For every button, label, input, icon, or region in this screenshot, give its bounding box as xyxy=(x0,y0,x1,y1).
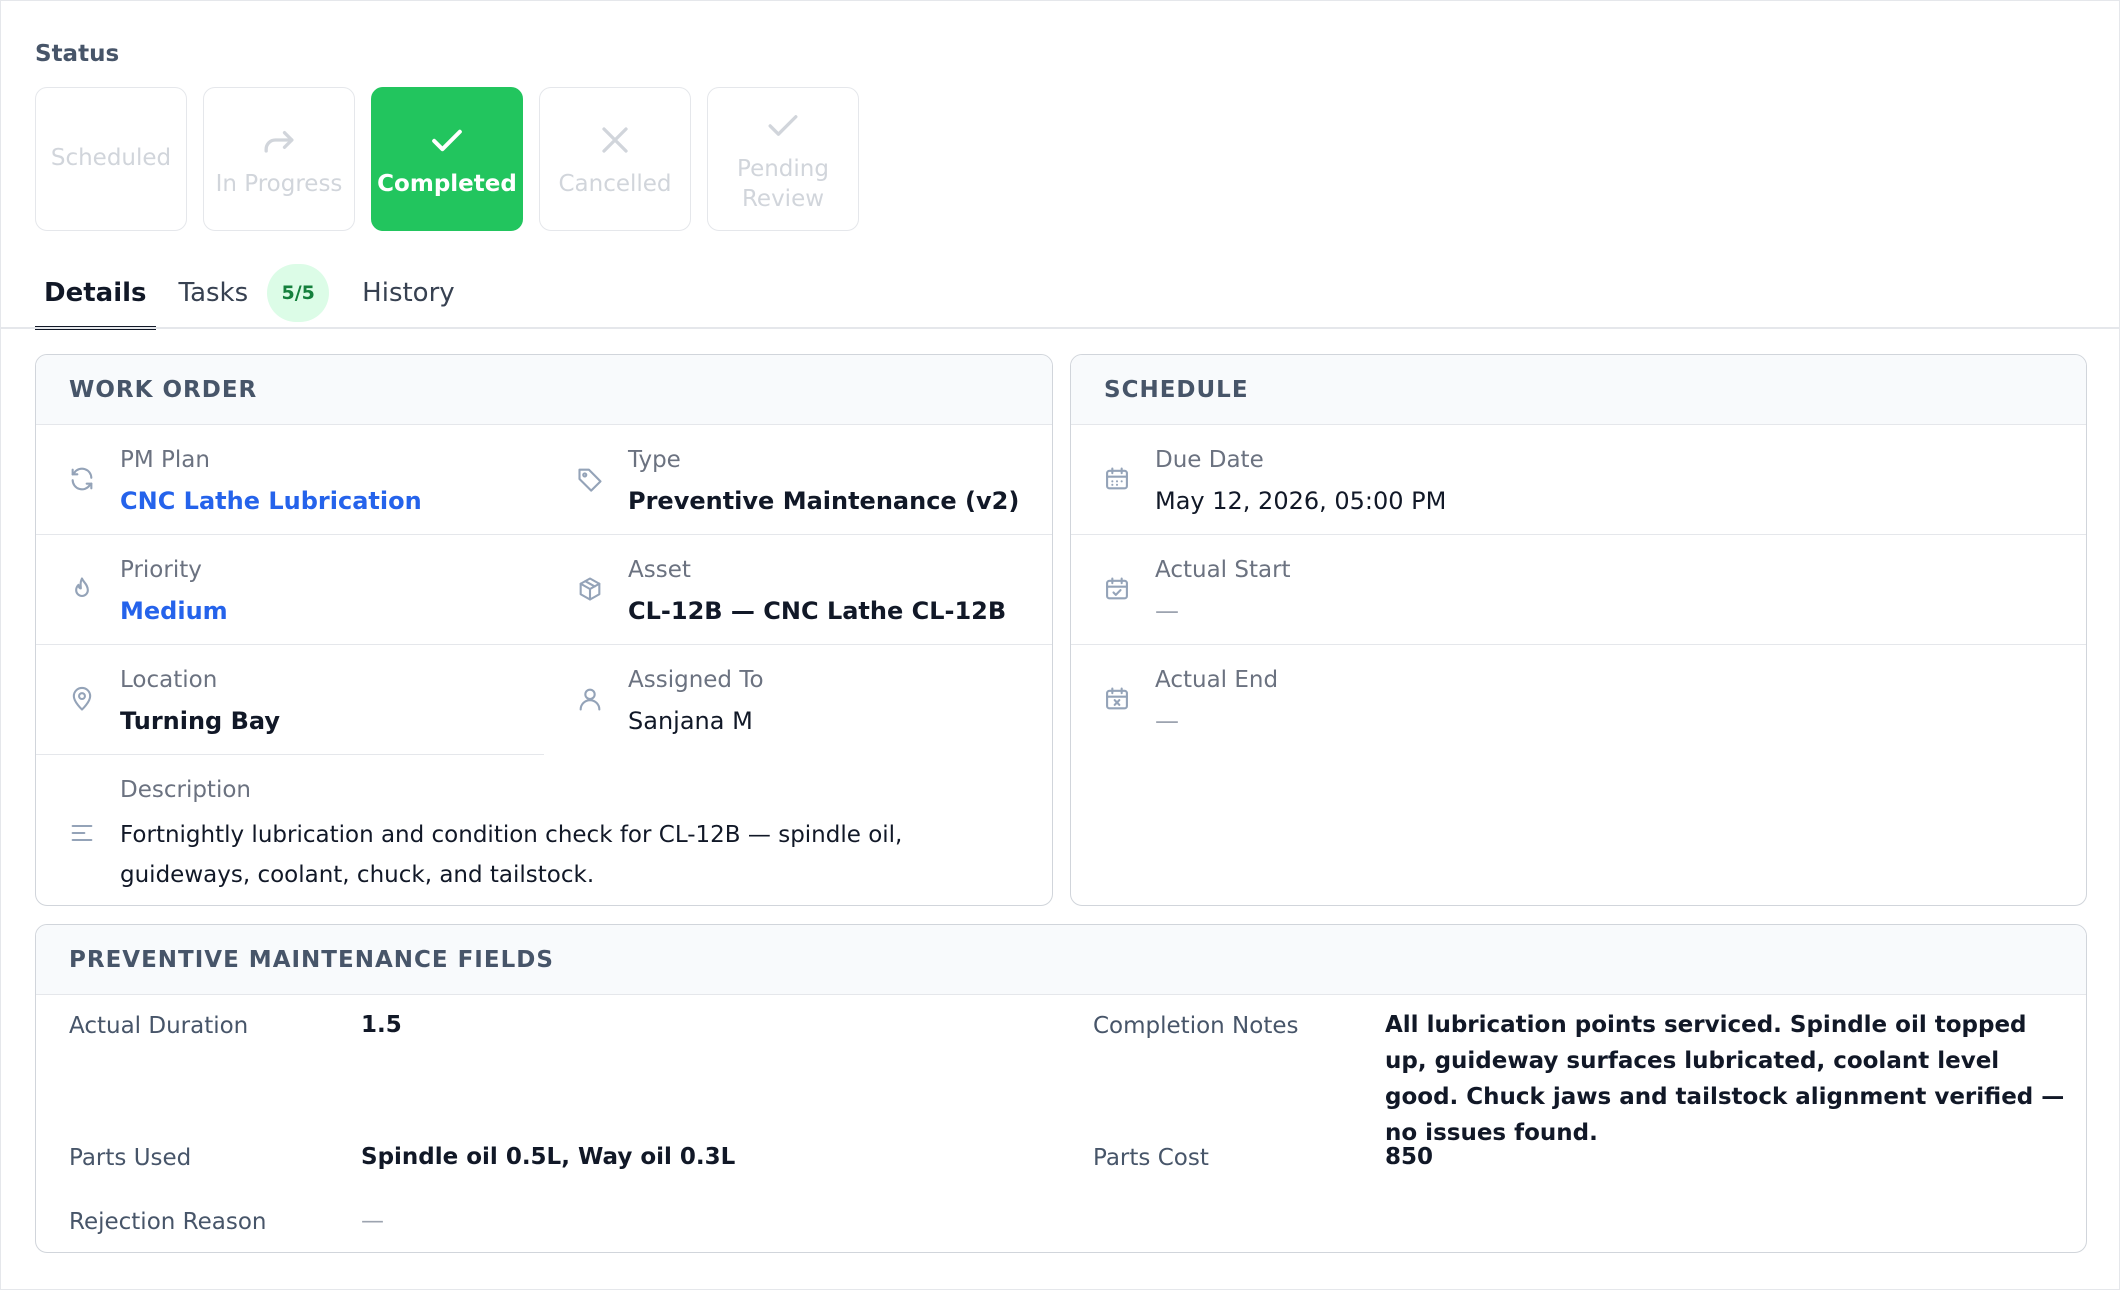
asset-value: CL-12B — CNC Lathe CL-12B xyxy=(628,597,1007,625)
tab-history[interactable]: History xyxy=(353,257,464,329)
asset-label: Asset xyxy=(628,557,691,583)
status-scheduled-button[interactable]: Scheduled xyxy=(35,87,187,231)
calendar-x-icon xyxy=(1103,685,1131,713)
location-label: Location xyxy=(120,667,218,693)
parts-cost-value: 850 xyxy=(1385,1144,1434,1170)
type-field: Type Preventive Maintenance (v2) xyxy=(544,425,1052,535)
type-label: Type xyxy=(628,447,681,473)
tab-bar: Details Tasks 5/5 History xyxy=(35,257,478,330)
status-label-scheduled: Scheduled xyxy=(50,145,172,172)
work-order-title: WORK ORDER xyxy=(36,355,1052,425)
tasks-count-badge: 5/5 xyxy=(267,264,330,322)
redo-arrow-icon xyxy=(257,118,301,162)
map-pin-icon xyxy=(68,685,96,713)
tag-icon xyxy=(576,465,604,493)
location-value: Turning Bay xyxy=(120,707,280,735)
check-icon xyxy=(761,103,805,147)
tab-details[interactable]: Details xyxy=(35,257,156,330)
status-in-progress-button[interactable]: In Progress xyxy=(203,87,355,231)
priority-field: Priority Medium xyxy=(36,535,544,645)
work-order-card: WORK ORDER PM Plan CNC Lathe Lubrication… xyxy=(35,354,1053,906)
actual-duration-label: Actual Duration xyxy=(69,1013,249,1039)
actual-start-value: — xyxy=(1155,597,1179,625)
description-label: Description xyxy=(120,777,251,803)
actual-end-label: Actual End xyxy=(1155,667,1279,693)
priority-value[interactable]: Medium xyxy=(120,597,228,625)
check-icon xyxy=(425,118,469,162)
parts-used-value: Spindle oil 0.5L, Way oil 0.3L xyxy=(361,1144,736,1170)
tab-tasks[interactable]: Tasks xyxy=(170,257,258,329)
parts-used-label: Parts Used xyxy=(69,1145,192,1171)
actual-start-label: Actual Start xyxy=(1155,557,1291,583)
actual-end-value: — xyxy=(1155,707,1179,735)
completion-notes-value: All lubrication points serviced. Spindle… xyxy=(1385,1012,2065,1146)
pm-plan-link[interactable]: CNC Lathe Lubrication xyxy=(120,487,422,515)
status-label-pending-review: Pending Review xyxy=(737,156,829,212)
work-order-panel: Status Scheduled In Progress Completed C… xyxy=(0,0,2120,1290)
status-cancelled-button[interactable]: Cancelled xyxy=(539,87,691,231)
status-label: Status xyxy=(35,41,120,67)
pm-fields-card: PREVENTIVE MAINTENANCE FIELDS Actual Dur… xyxy=(35,924,2087,1253)
parts-cost-label: Parts Cost xyxy=(1093,1145,1209,1171)
calendar-check-icon xyxy=(1103,575,1131,603)
status-completed-button[interactable]: Completed xyxy=(371,87,523,231)
status-label-cancelled: Cancelled xyxy=(558,171,672,198)
type-value: Preventive Maintenance (v2) xyxy=(628,487,1020,515)
calendar-icon xyxy=(1103,465,1131,493)
due-date-label: Due Date xyxy=(1155,447,1264,473)
assigned-to-value: Sanjana M xyxy=(628,707,753,735)
tabs-divider xyxy=(1,327,2120,329)
rejection-reason-value: — xyxy=(361,1208,384,1234)
description-field: Description Fortnightly lubrication and … xyxy=(36,755,1052,905)
flame-icon xyxy=(68,575,96,603)
assigned-to-field: Assigned To Sanjana M xyxy=(544,645,1052,755)
due-date-field: Due Date May 12, 2026, 05:00 PM xyxy=(1071,425,2086,535)
pm-plan-label: PM Plan xyxy=(120,447,210,473)
pm-plan-field: PM Plan CNC Lathe Lubrication xyxy=(36,425,544,535)
pm-fields-title: PREVENTIVE MAINTENANCE FIELDS xyxy=(36,925,2086,995)
description-value: Fortnightly lubrication and condition ch… xyxy=(120,822,903,888)
assigned-to-label: Assigned To xyxy=(628,667,764,693)
user-icon xyxy=(576,685,604,713)
due-date-value: May 12, 2026, 05:00 PM xyxy=(1155,487,1447,515)
completion-notes-label: Completion Notes xyxy=(1093,1013,1299,1039)
box-icon xyxy=(576,575,604,603)
status-selector: Scheduled In Progress Completed Cancelle… xyxy=(35,87,859,231)
location-field: Location Turning Bay xyxy=(36,645,544,755)
rejection-reason-label: Rejection Reason xyxy=(69,1209,267,1235)
schedule-title: SCHEDULE xyxy=(1071,355,2086,425)
actual-start-field: Actual Start — xyxy=(1071,535,2086,645)
asset-field: Asset CL-12B — CNC Lathe CL-12B xyxy=(544,535,1052,645)
refresh-icon xyxy=(68,465,96,493)
actual-end-field: Actual End — xyxy=(1071,645,2086,755)
priority-label: Priority xyxy=(120,557,202,583)
status-pending-review-button[interactable]: Pending Review xyxy=(707,87,859,231)
status-label-in-progress: In Progress xyxy=(215,171,343,198)
status-label-completed: Completed xyxy=(377,171,517,198)
actual-duration-value: 1.5 xyxy=(361,1012,402,1038)
schedule-card: SCHEDULE Due Date May 12, 2026, 05:00 PM… xyxy=(1070,354,2087,906)
x-icon xyxy=(593,118,637,162)
align-left-icon xyxy=(68,819,96,847)
